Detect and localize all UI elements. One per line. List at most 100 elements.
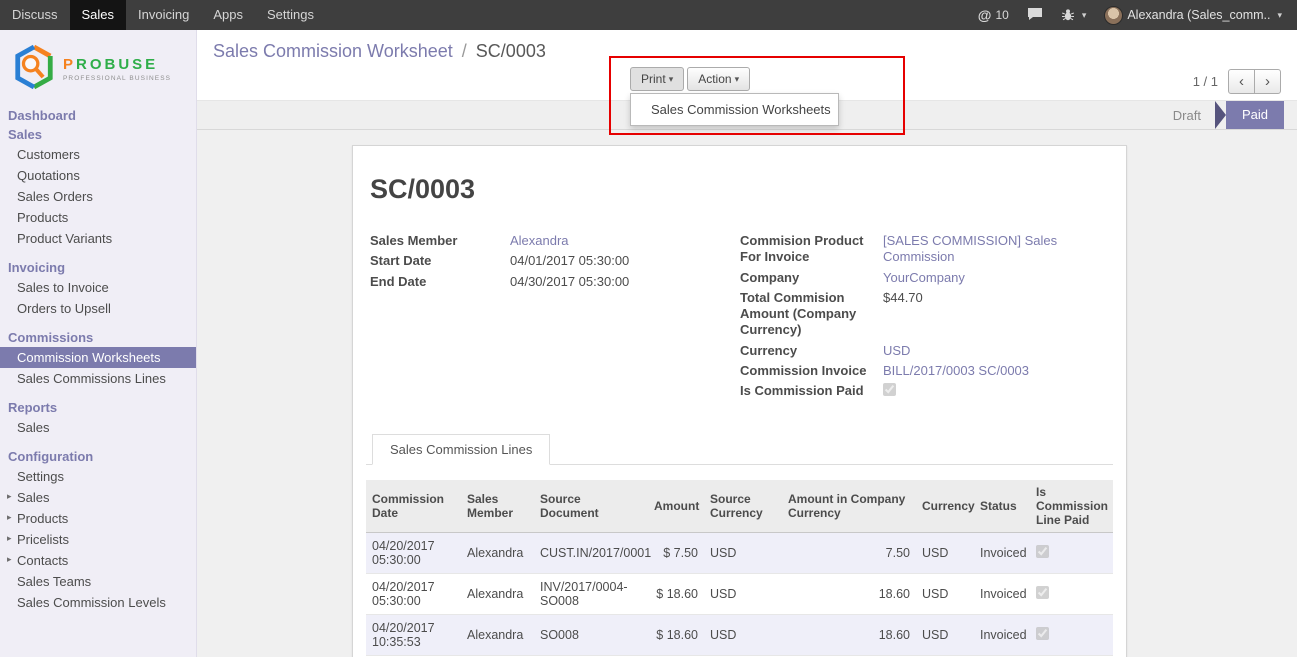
- table-row[interactable]: 04/20/2017 05:30:00 Alexandra INV/2017/0…: [366, 574, 1113, 615]
- field-value: $44.70: [883, 290, 1113, 339]
- action-button[interactable]: Action ▾: [687, 67, 750, 91]
- pager-next-button[interactable]: ›: [1254, 69, 1281, 94]
- print-button[interactable]: Print ▾: [630, 67, 684, 91]
- field-label: Currency: [740, 343, 883, 359]
- sidebar-item-sales-orders[interactable]: Sales Orders: [0, 186, 196, 207]
- user-name: Alexandra (Sales_comm..: [1127, 8, 1270, 22]
- sidebar-item-contacts[interactable]: ▸ Contacts: [0, 550, 196, 571]
- cell-source-currency: USD: [704, 574, 782, 615]
- sidebar-nav: Dashboard Sales Customers Quotations Sal…: [0, 106, 196, 613]
- field-value-link[interactable]: USD: [883, 343, 1113, 359]
- mentions-button[interactable]: @ 10: [969, 0, 1018, 30]
- sidebar-section-commissions: Commissions Commission Worksheets Sales …: [0, 328, 196, 389]
- probuse-logo-icon: [12, 43, 56, 94]
- sidebar-item-settings[interactable]: Settings: [0, 466, 196, 487]
- messages-button[interactable]: [1018, 0, 1052, 30]
- sidebar-item-products[interactable]: Products: [0, 207, 196, 228]
- notebook-tabs: Sales Commission Lines: [366, 434, 1113, 465]
- app-logo: PROBUSE PROFESSIONAL BUSINESS: [0, 30, 196, 106]
- col-source-currency[interactable]: Source Currency: [704, 480, 782, 533]
- sidebar-item-commission-worksheets[interactable]: Commission Worksheets: [0, 347, 196, 368]
- avatar: [1104, 6, 1123, 25]
- field-value-link[interactable]: Alexandra: [510, 233, 569, 249]
- field-value-link[interactable]: [SALES COMMISSION] Sales Commission: [883, 233, 1113, 266]
- debug-menu-button[interactable]: ▾: [1052, 0, 1096, 30]
- cell-company-amount: 18.60: [782, 615, 916, 656]
- sidebar-item-sales-commissions-lines[interactable]: Sales Commissions Lines: [0, 368, 196, 389]
- field-company: Company YourCompany: [740, 270, 1113, 286]
- line-paid-checkbox[interactable]: [1036, 545, 1049, 558]
- systray: @ 10 ▾ Alexandra (Sales_comm.. ▾: [969, 0, 1297, 30]
- sidebar-section-invoicing: Invoicing Sales to Invoice Orders to Ups…: [0, 258, 196, 319]
- col-source-document[interactable]: Source Document: [534, 480, 648, 533]
- field-value-link[interactable]: BILL/2017/0003 SC/0003: [883, 363, 1113, 379]
- col-is-commission-line-paid[interactable]: Is Commission Line Paid: [1030, 480, 1113, 533]
- line-paid-checkbox[interactable]: [1036, 586, 1049, 599]
- sidebar-item-config-sales[interactable]: ▸ Sales: [0, 487, 196, 508]
- control-panel-buttons: Print ▾ Action ▾: [630, 67, 750, 91]
- menu-item-sales-commission-worksheets[interactable]: Sales Commission Worksheets: [631, 97, 838, 122]
- col-sales-member[interactable]: Sales Member: [461, 480, 534, 533]
- sidebar-item-config-products[interactable]: ▸ Products: [0, 508, 196, 529]
- sidebar-header-dashboard[interactable]: Dashboard: [0, 106, 196, 125]
- cell-member: Alexandra: [461, 574, 534, 615]
- sidebar-header-reports[interactable]: Reports: [0, 398, 196, 417]
- sidebar-section-configuration: Configuration Settings ▸ Sales ▸ Product…: [0, 447, 196, 613]
- cell-source: INV/2017/0004-SO008: [534, 574, 648, 615]
- sidebar-header-invoicing[interactable]: Invoicing: [0, 258, 196, 277]
- field-commission-invoice: Commission Invoice BILL/2017/0003 SC/000…: [740, 363, 1113, 379]
- breadcrumb: Sales Commission Worksheet / SC/0003: [213, 41, 546, 62]
- cell-date: 04/20/2017 05:30:00: [366, 574, 461, 615]
- sidebar-item-sales-teams[interactable]: Sales Teams: [0, 571, 196, 592]
- table-row[interactable]: 04/20/2017 05:30:00 Alexandra CUST.IN/20…: [366, 533, 1113, 574]
- sidebar-item-quotations[interactable]: Quotations: [0, 165, 196, 186]
- cell-source: CUST.IN/2017/0001: [534, 533, 648, 574]
- sidebar-item-product-variants[interactable]: Product Variants: [0, 228, 196, 249]
- sidebar-item-reports-sales[interactable]: Sales: [0, 417, 196, 438]
- col-amount[interactable]: Amount: [648, 480, 704, 533]
- menu-sales[interactable]: Sales: [70, 0, 127, 30]
- line-paid-checkbox[interactable]: [1036, 627, 1049, 640]
- cell-source-currency: USD: [704, 615, 782, 656]
- field-groups: Sales Member Alexandra Start Date 04/01/…: [366, 233, 1113, 404]
- field-group-right: Commision Product For Invoice [SALES COM…: [740, 233, 1113, 404]
- is-commission-paid-checkbox[interactable]: [883, 383, 896, 396]
- cell-currency: USD: [916, 533, 974, 574]
- tab-sales-commission-lines[interactable]: Sales Commission Lines: [372, 434, 550, 465]
- sidebar-header-commissions[interactable]: Commissions: [0, 328, 196, 347]
- sidebar-item-sales-commission-levels[interactable]: Sales Commission Levels: [0, 592, 196, 613]
- field-value-link[interactable]: YourCompany: [883, 270, 1113, 286]
- sidebar-item-label: Products: [17, 511, 68, 526]
- user-menu-button[interactable]: Alexandra (Sales_comm.. ▾: [1095, 0, 1291, 30]
- menu-settings[interactable]: Settings: [255, 0, 326, 30]
- stage-paid[interactable]: Paid: [1226, 101, 1284, 129]
- col-status[interactable]: Status: [974, 480, 1030, 533]
- field-start-date: Start Date 04/01/2017 05:30:00: [366, 253, 740, 269]
- col-currency[interactable]: Currency: [916, 480, 974, 533]
- record-title: SC/0003: [370, 174, 1113, 205]
- field-total-commission-amount: Total Commision Amount (Company Currency…: [740, 290, 1113, 339]
- sidebar-item-orders-to-upsell[interactable]: Orders to Upsell: [0, 298, 196, 319]
- mention-count: 10: [995, 8, 1008, 22]
- col-amount-company-currency[interactable]: Amount in Company Currency: [782, 480, 916, 533]
- cell-status: Invoiced: [974, 533, 1030, 574]
- cell-company-amount: 7.50: [782, 533, 916, 574]
- menu-discuss[interactable]: Discuss: [0, 0, 70, 30]
- sidebar-header-configuration[interactable]: Configuration: [0, 447, 196, 466]
- sidebar-item-customers[interactable]: Customers: [0, 144, 196, 165]
- table-row[interactable]: 04/20/2017 10:35:53 Alexandra SO008 $ 18…: [366, 615, 1113, 656]
- pager-previous-button[interactable]: ‹: [1228, 69, 1255, 94]
- caret-down-icon: ▾: [669, 74, 674, 85]
- menu-apps[interactable]: Apps: [201, 0, 255, 30]
- stage-draft[interactable]: Draft: [1159, 108, 1215, 123]
- cell-status: Invoiced: [974, 574, 1030, 615]
- print-dropdown-menu: Sales Commission Worksheets: [630, 93, 839, 126]
- breadcrumb-parent-link[interactable]: Sales Commission Worksheet: [213, 41, 453, 61]
- sidebar-item-sales-to-invoice[interactable]: Sales to Invoice: [0, 277, 196, 298]
- col-commission-date[interactable]: Commission Date: [366, 480, 461, 533]
- sidebar-header-sales[interactable]: Sales: [0, 125, 196, 144]
- chevron-right-icon: ▸: [7, 512, 12, 523]
- sidebar-item-pricelists[interactable]: ▸ Pricelists: [0, 529, 196, 550]
- menu-invoicing[interactable]: Invoicing: [126, 0, 201, 30]
- field-label: Commission Invoice: [740, 363, 883, 379]
